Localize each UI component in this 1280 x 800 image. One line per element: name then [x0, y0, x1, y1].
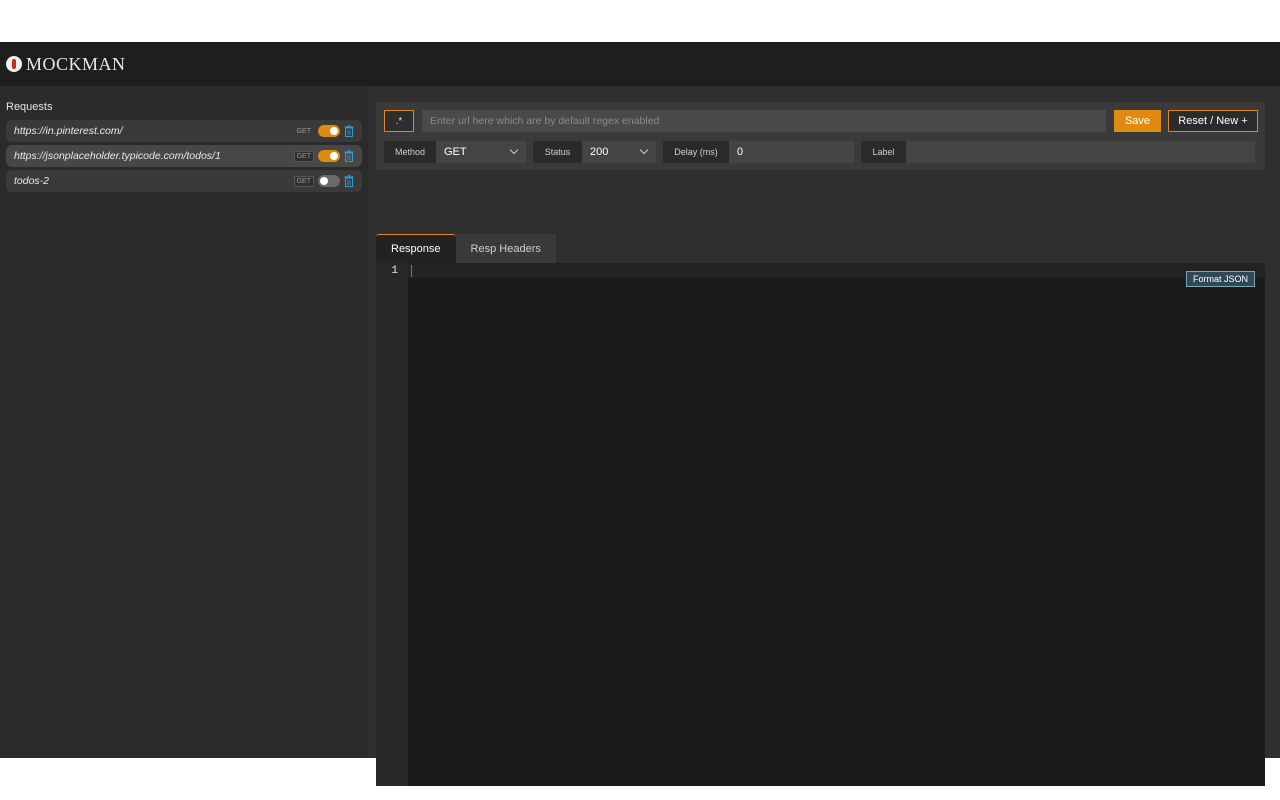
top-bar: MOCKMAN — [0, 42, 1280, 86]
response-tabs: Response Resp Headers — [376, 234, 556, 263]
save-button[interactable]: Save — [1114, 110, 1161, 132]
request-url: https://in.pinterest.com/ — [14, 125, 123, 137]
method-label: Method — [384, 141, 436, 163]
text-cursor — [411, 265, 412, 277]
request-enable-toggle[interactable] — [318, 150, 340, 162]
delay-input[interactable]: 0 — [729, 141, 854, 163]
sidebar-title: Requests — [6, 101, 53, 113]
trash-icon[interactable] — [344, 125, 354, 137]
mockman-logo-icon — [6, 56, 22, 72]
trash-icon[interactable] — [344, 175, 354, 187]
main-panel: .* Save Reset / New + Method GET Status … — [368, 86, 1280, 786]
method-value: GET — [444, 146, 467, 158]
chevron-down-icon — [639, 145, 649, 155]
chevron-down-icon — [509, 145, 519, 155]
reset-new-button[interactable]: Reset / New + — [1168, 110, 1258, 132]
request-list: https://in.pinterest.com/ GET https://js… — [6, 120, 362, 195]
status-label: Status — [533, 141, 582, 163]
delay-label: Delay (ms) — [663, 141, 729, 163]
active-line-highlight — [408, 263, 1265, 278]
trash-icon[interactable] — [344, 150, 354, 162]
editor-gutter: 1 — [376, 263, 408, 786]
url-input[interactable] — [422, 110, 1106, 132]
app-window: MOCKMAN Requests https://in.pinterest.co… — [0, 42, 1280, 786]
request-item[interactable]: https://in.pinterest.com/ GET — [6, 120, 362, 142]
brand-name: MOCKMAN — [26, 53, 126, 74]
request-item[interactable]: https://jsonplaceholder.typicode.com/tod… — [6, 145, 362, 167]
request-url: https://jsonplaceholder.typicode.com/tod… — [14, 150, 221, 162]
label-label: Label — [861, 141, 906, 163]
sidebar: Requests https://in.pinterest.com/ GET h… — [0, 86, 368, 758]
status-value: 200 — [590, 146, 609, 158]
tab-resp-headers[interactable]: Resp Headers — [455, 234, 556, 263]
regex-toggle-button[interactable]: .* — [384, 110, 414, 132]
line-number: 1 — [391, 265, 398, 277]
request-url: todos-2 — [14, 175, 50, 187]
label-input[interactable] — [906, 141, 1255, 163]
tab-response[interactable]: Response — [376, 234, 456, 263]
request-enable-toggle[interactable] — [318, 175, 340, 187]
request-options-row: Method GET Status 200 Delay (ms) 0 Label — [384, 141, 1255, 163]
response-editor[interactable]: 1 Format JSON — [376, 263, 1265, 786]
format-json-button[interactable]: Format JSON — [1185, 271, 1255, 287]
request-item[interactable]: todos-2 GET — [6, 170, 362, 192]
request-method-badge: GET — [296, 127, 311, 135]
toggle-knob — [330, 152, 338, 160]
toggle-knob — [320, 177, 328, 185]
toggle-knob — [330, 127, 338, 135]
request-enable-toggle[interactable] — [318, 125, 340, 137]
request-method-badge: GET — [293, 150, 314, 162]
request-form: .* Save Reset / New + Method GET Status … — [376, 102, 1265, 170]
method-select[interactable]: GET — [436, 141, 526, 163]
request-method-badge: GET — [293, 175, 314, 187]
status-select[interactable]: 200 — [582, 141, 656, 163]
